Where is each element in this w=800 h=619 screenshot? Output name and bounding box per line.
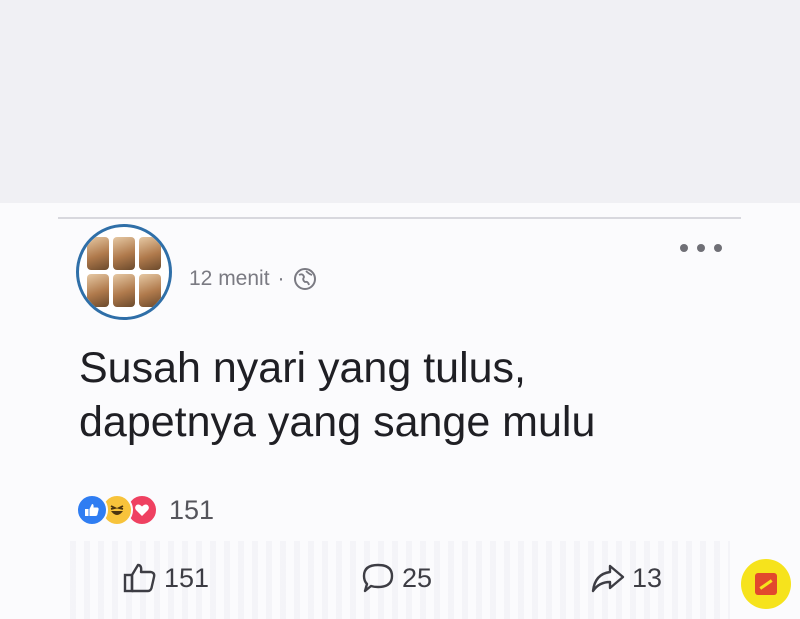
top-blank-area <box>0 0 800 203</box>
comment-button[interactable]: 25 <box>360 558 432 598</box>
avatar-photo-tile <box>87 237 109 270</box>
share-count: 13 <box>632 562 663 593</box>
avatar[interactable] <box>76 224 172 320</box>
dot <box>697 244 705 252</box>
post-text: Susah nyari yang tulus, dapetnya yang sa… <box>79 341 729 449</box>
thumbs-up-icon <box>122 561 158 595</box>
post-meta: 12 menit · <box>189 266 317 292</box>
avatar-photo-tile <box>87 274 109 307</box>
watermark-logo <box>741 559 791 609</box>
avatar-photo-tile <box>139 237 161 270</box>
comment-icon <box>360 561 396 595</box>
avatar-photo-tile <box>113 274 135 307</box>
post-card: 12 menit · Susah nyari yang tulus, dapet… <box>0 203 800 619</box>
dot <box>680 244 688 252</box>
reaction-summary[interactable]: 151 <box>76 493 214 527</box>
reaction-count: 151 <box>169 494 215 525</box>
like-reaction-icon <box>76 494 108 526</box>
dot <box>714 244 722 252</box>
share-icon <box>590 561 626 595</box>
watermark-logo-mark <box>755 573 777 595</box>
like-count: 151 <box>164 562 210 593</box>
meta-separator: · <box>277 267 285 290</box>
comment-count: 25 <box>402 562 433 593</box>
post-timestamp[interactable]: 12 menit <box>189 267 270 291</box>
like-button[interactable]: 151 <box>122 558 209 598</box>
share-button[interactable]: 13 <box>590 558 662 598</box>
post-text-line: Susah nyari yang tulus, <box>79 344 526 392</box>
divider <box>58 217 741 219</box>
avatar-photo-tile <box>139 274 161 307</box>
avatar-photo-tile <box>113 237 135 270</box>
more-options-icon[interactable] <box>680 241 722 255</box>
post-text-line: dapetnya yang sange mulu <box>79 398 596 446</box>
globe-icon[interactable] <box>293 267 317 291</box>
